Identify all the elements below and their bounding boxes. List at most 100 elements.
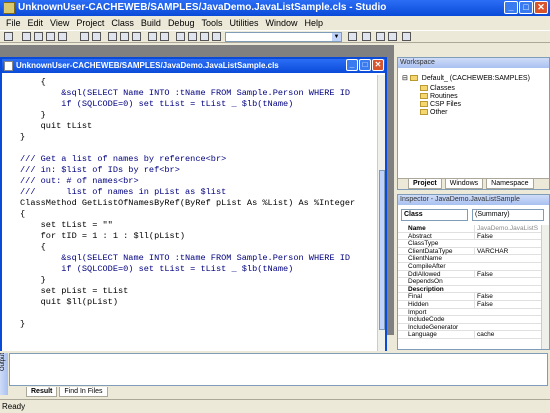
undo-icon[interactable] (148, 32, 157, 41)
property-row[interactable]: ClientDataType VARCHAR (398, 247, 543, 256)
globe-icon[interactable] (376, 32, 385, 41)
editor-title: UnknownUser-CACHEWEB/SAMPLES/JavaDemo.Ja… (16, 61, 279, 70)
forward-icon[interactable] (92, 32, 101, 41)
menu-tools[interactable]: Tools (201, 16, 222, 30)
property-row[interactable]: CompileAfter (398, 263, 543, 271)
property-row[interactable]: IncludeGenerator (398, 324, 543, 332)
property-name: Name (408, 225, 426, 232)
property-row[interactable]: DdlAllowed False (398, 270, 543, 279)
tree-folder-classes[interactable]: Classes (420, 85, 455, 92)
editor-scrollbar[interactable] (377, 75, 385, 365)
editor-maximize-button[interactable]: □ (359, 59, 371, 71)
property-value[interactable]: False (474, 270, 493, 278)
tab-namespace[interactable]: Namespace (486, 179, 534, 189)
property-row[interactable]: ClassType (398, 240, 543, 248)
code-line: { (20, 209, 26, 219)
minimize-button[interactable]: _ (504, 1, 518, 14)
maximize-button[interactable]: □ (519, 1, 533, 14)
menu-project[interactable]: Project (76, 16, 104, 30)
menu-edit[interactable]: Edit (28, 16, 44, 30)
studio-app-icon (3, 2, 15, 14)
tree-folder-label: Other (430, 109, 448, 116)
menu-build[interactable]: Build (141, 16, 161, 30)
menu-utilities[interactable]: Utilities (229, 16, 258, 30)
open-file-icon[interactable] (22, 32, 31, 41)
back-icon[interactable] (80, 32, 89, 41)
close-button[interactable]: ✕ (534, 1, 548, 14)
output-pane: Output Result Find In Files (0, 351, 550, 397)
redo-icon[interactable] (160, 32, 169, 41)
code-line: ClassMethod GetListOfNamesByRef(ByRef pL… (20, 198, 356, 208)
debug-icon[interactable] (388, 32, 397, 41)
expand-minus-icon[interactable]: ⊟ (402, 75, 408, 82)
summary-value: (Summary) (475, 211, 510, 218)
property-row[interactable]: Name JavaDemo.JavaListS (398, 225, 543, 233)
tree-folder-label: Classes (430, 85, 455, 92)
cut-icon[interactable] (108, 32, 117, 41)
inspector-category-select[interactable]: Class (401, 209, 468, 221)
save-all-icon[interactable] (46, 32, 55, 41)
tab-find-in-files[interactable]: Find In Files (59, 387, 108, 397)
print-icon[interactable] (58, 32, 67, 41)
scrollbar-thumb[interactable] (379, 170, 385, 330)
property-value[interactable]: VARCHAR (474, 247, 508, 255)
property-name: Description (408, 285, 444, 293)
property-row[interactable]: Hidden False (398, 300, 543, 309)
property-value[interactable]: JavaDemo.JavaListS (474, 225, 538, 232)
property-value[interactable]: False (474, 232, 493, 240)
output-box[interactable] (9, 353, 548, 386)
menu-class[interactable]: Class (111, 16, 134, 30)
tab-windows[interactable]: Windows (444, 179, 484, 189)
property-row[interactable]: Language cache (398, 331, 543, 339)
tab-result[interactable]: Result (26, 387, 58, 397)
inspector-scrollbar[interactable] (541, 225, 549, 349)
compile-icon[interactable] (348, 32, 357, 41)
menu-view[interactable]: View (50, 16, 69, 30)
goto-icon[interactable] (212, 32, 221, 41)
property-name: DdlAllowed (408, 270, 441, 278)
tree-folder-csp-files[interactable]: CSP Files (420, 101, 461, 108)
property-row[interactable]: ClientName (398, 255, 543, 263)
tree-root[interactable]: ⊟ Default_ (CACHEWEB:SAMPLES) (402, 74, 530, 82)
inspector-summary-select[interactable]: (Summary) (472, 209, 544, 221)
web-page-icon[interactable] (362, 32, 371, 41)
property-name: Final (408, 293, 423, 301)
find-in-files-icon[interactable] (188, 32, 197, 41)
property-row[interactable]: DependsOn (398, 278, 543, 286)
save-icon[interactable] (34, 32, 43, 41)
code-editor[interactable]: { &sql(SELECT Name INTO :tName FROM Samp… (2, 75, 377, 365)
help-icon[interactable] (402, 32, 411, 41)
replace-icon[interactable] (200, 32, 209, 41)
property-value[interactable]: cache (474, 331, 494, 339)
output-label: Output (0, 353, 6, 372)
new-file-icon[interactable] (4, 32, 13, 41)
property-value[interactable]: False (474, 293, 493, 301)
editor-close-button[interactable]: ✕ (372, 59, 384, 71)
menu-file[interactable]: File (6, 16, 21, 30)
property-name: DependsOn (408, 278, 443, 286)
workspace-title: Workspace (398, 58, 549, 68)
project-icon (409, 75, 418, 82)
property-name: Abstract (408, 232, 432, 240)
paste-icon[interactable] (132, 32, 141, 41)
workspace-tabs: Project Windows Namespace (398, 178, 549, 189)
property-row[interactable]: Import (398, 309, 543, 317)
code-line: } (20, 275, 46, 285)
tree-folder-routines[interactable]: Routines (420, 93, 458, 100)
inspector-title: Inspector - JavaDemo.JavaListSample (398, 195, 549, 205)
chevron-down-icon[interactable]: ▼ (332, 33, 341, 41)
property-value[interactable]: False (474, 300, 493, 308)
property-row[interactable]: Final False (398, 293, 543, 301)
menu-help[interactable]: Help (305, 16, 324, 30)
tab-project[interactable]: Project (408, 179, 442, 189)
find-icon[interactable] (176, 32, 185, 41)
property-row[interactable]: Abstract False (398, 232, 543, 241)
tree-folder-other[interactable]: Other (420, 109, 448, 116)
menu-debug[interactable]: Debug (168, 16, 195, 30)
property-row[interactable]: Description (398, 286, 543, 294)
property-row[interactable]: IncludeCode (398, 316, 543, 324)
toolbar-combo[interactable]: ▼ (225, 32, 342, 42)
editor-minimize-button[interactable]: _ (346, 59, 358, 71)
copy-icon[interactable] (120, 32, 129, 41)
menu-window[interactable]: Window (266, 16, 298, 30)
